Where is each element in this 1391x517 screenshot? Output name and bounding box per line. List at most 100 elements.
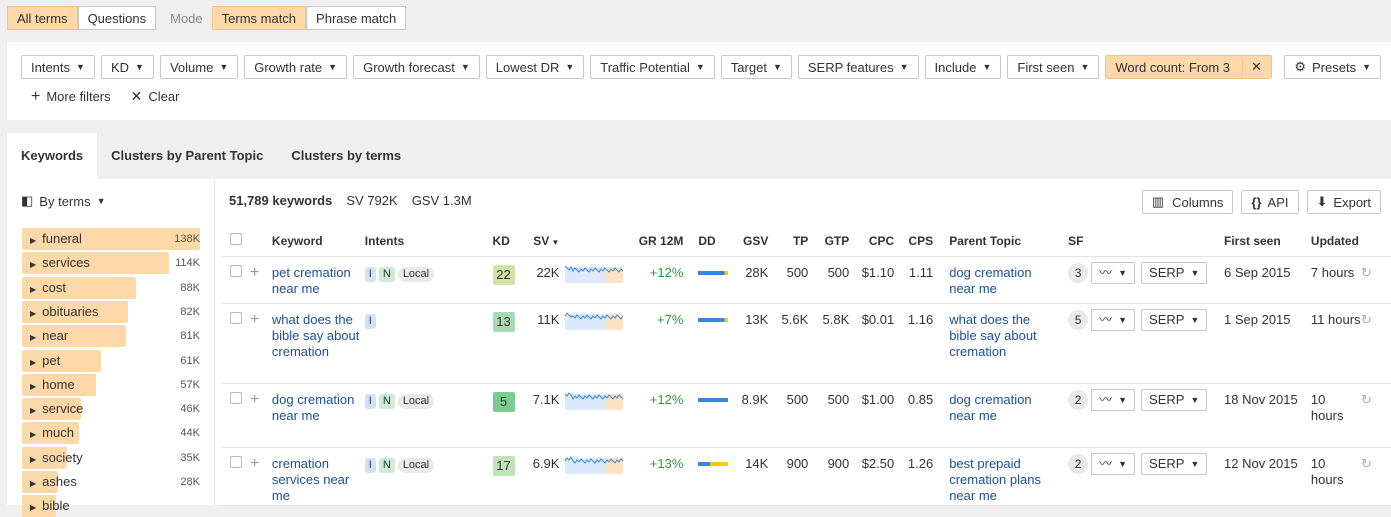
- add-to-list-icon[interactable]: +: [250, 264, 259, 281]
- serp-button[interactable]: SERP ▼: [1141, 261, 1208, 284]
- header-keyword[interactable]: Keyword: [271, 226, 365, 257]
- refresh-icon[interactable]: ↻: [1361, 312, 1372, 327]
- header-tp[interactable]: TP: [774, 226, 815, 257]
- tab-questions[interactable]: Questions: [77, 6, 157, 30]
- add-to-list-icon[interactable]: +: [250, 455, 259, 472]
- filter-lowest-dr[interactable]: Lowest DR ▼: [485, 55, 585, 79]
- growth-value: +13%: [649, 455, 684, 471]
- term-item[interactable]: ▶ ashes 28K: [22, 471, 200, 493]
- term-item[interactable]: ▶ obituaries 82K: [22, 300, 200, 323]
- tab-phrase-match[interactable]: Phrase match: [306, 6, 407, 30]
- add-to-list-icon[interactable]: +: [250, 391, 259, 408]
- chevron-down-icon: ▼: [1190, 314, 1200, 325]
- parent-topic-link[interactable]: best prepaid cremation plans near me: [949, 456, 1041, 503]
- tab-keywords[interactable]: Keywords: [7, 133, 98, 179]
- cpc-value: $1.00: [861, 391, 895, 407]
- trend-button[interactable]: 〰 ▼: [1091, 452, 1135, 475]
- term-item[interactable]: ▶ much 44K: [22, 422, 200, 445]
- api-button[interactable]: {} API: [1241, 190, 1299, 214]
- close-icon[interactable]: ✕: [1242, 59, 1262, 75]
- row-checkbox[interactable]: [230, 264, 242, 277]
- presets-button[interactable]: ⚙ Presets ▼: [1284, 55, 1381, 79]
- group-by-dropdown[interactable]: ◧ By terms ▼: [21, 193, 106, 209]
- filter-traffic-potential[interactable]: Traffic Potential ▼: [590, 55, 715, 79]
- tab-terms-match[interactable]: Terms match: [211, 6, 307, 30]
- term-item[interactable]: ▶ near 81K: [22, 325, 200, 348]
- clear-button[interactable]: ✕ Clear: [131, 88, 180, 106]
- refresh-icon[interactable]: ↻: [1361, 392, 1372, 407]
- term-item[interactable]: ▶ bible: [22, 495, 200, 517]
- chevron-down-icon: ▼: [328, 62, 338, 72]
- serp-button[interactable]: SERP ▼: [1141, 308, 1208, 331]
- row-checkbox[interactable]: [230, 391, 242, 404]
- trend-button[interactable]: 〰 ▼: [1091, 388, 1135, 411]
- header-updated[interactable]: Updated: [1302, 226, 1361, 257]
- term-item[interactable]: ▶ service 46K: [22, 398, 200, 421]
- header-first-seen[interactable]: First seen: [1216, 226, 1303, 257]
- trend-button[interactable]: 〰 ▼: [1091, 308, 1135, 331]
- term-label: ▶ obituaries: [30, 304, 99, 319]
- filter-intents[interactable]: Intents ▼: [21, 55, 95, 79]
- filter-label: Include: [934, 59, 977, 75]
- header-sf[interactable]: SF: [1059, 226, 1092, 257]
- term-item[interactable]: ▶ cost 88K: [22, 276, 200, 299]
- header-gsv[interactable]: GSV: [729, 226, 775, 257]
- keyword-link[interactable]: cremation services near me: [272, 456, 349, 503]
- refresh-icon[interactable]: ↻: [1361, 265, 1372, 280]
- header-dd[interactable]: DD: [689, 226, 730, 257]
- main-panel: ◧ By terms ▼ ▶ funeral 138K ▶ services 114K ▶ cos…: [7, 179, 1391, 517]
- header-kd[interactable]: KD: [484, 226, 525, 257]
- header-cps[interactable]: CPS: [900, 226, 940, 257]
- serp-button[interactable]: SERP ▼: [1141, 388, 1208, 411]
- filter-label: Volume: [169, 59, 214, 75]
- term-item[interactable]: ▶ home 57K: [22, 373, 200, 396]
- filter-growth-rate[interactable]: Growth rate ▼: [244, 55, 348, 79]
- term-item[interactable]: ▶ services 114K: [22, 252, 200, 275]
- filter-serp-features[interactable]: SERP features ▼: [797, 55, 919, 79]
- tab-clusters-by-terms[interactable]: Clusters by terms: [277, 133, 415, 179]
- serp-button[interactable]: SERP ▼: [1141, 452, 1208, 475]
- row-checkbox[interactable]: [230, 311, 242, 324]
- trend-button[interactable]: 〰 ▼: [1091, 261, 1135, 284]
- term-item[interactable]: ▶ funeral 138K: [22, 228, 200, 250]
- filter-growth-forecast[interactable]: Growth forecast ▼: [353, 55, 480, 79]
- header-intents[interactable]: Intents: [364, 226, 485, 257]
- term-item[interactable]: ▶ pet 61K: [22, 349, 200, 372]
- filter-word-count[interactable]: Word count: From 3 ✕: [1105, 55, 1272, 79]
- intent-badge: I: [364, 313, 376, 329]
- export-button[interactable]: ⬇ Export: [1306, 190, 1381, 214]
- filter-label: Lowest DR: [495, 59, 560, 75]
- keyword-link[interactable]: pet cremation near me: [272, 265, 351, 296]
- filter-volume[interactable]: Volume ▼: [159, 55, 239, 79]
- tab-clusters-by-parent-topic[interactable]: Clusters by Parent Topic: [97, 133, 277, 179]
- filter-target[interactable]: Target ▼: [720, 55, 792, 79]
- keyword-link[interactable]: dog cremation near me: [272, 392, 354, 423]
- parent-topic-link[interactable]: what does the bible say about cremation: [949, 312, 1036, 359]
- filter-kd[interactable]: KD ▼: [100, 55, 154, 79]
- term-label: ▶ much: [30, 425, 74, 440]
- columns-button[interactable]: ▥ Columns: [1141, 190, 1234, 214]
- header-sv[interactable]: SV ▼: [524, 226, 566, 257]
- chevron-down-icon: ▼: [1118, 458, 1127, 469]
- parent-topic-link[interactable]: dog cremation near me: [949, 392, 1031, 423]
- parent-topic-link[interactable]: dog cremation near me: [949, 265, 1031, 296]
- more-filters-button[interactable]: + More filters: [31, 88, 111, 106]
- add-to-list-icon[interactable]: +: [250, 311, 259, 328]
- tab-all-terms[interactable]: All terms: [7, 6, 78, 30]
- header-gtp[interactable]: GTP: [814, 226, 856, 257]
- header-cpc[interactable]: CPC: [855, 226, 901, 257]
- term-item[interactable]: ▶ society 35K: [22, 446, 200, 469]
- filter-include[interactable]: Include ▼: [924, 55, 1002, 79]
- caret-right-icon: ▶: [30, 357, 37, 367]
- row-checkbox[interactable]: [230, 455, 242, 468]
- header-parent-topic[interactable]: Parent Topic: [939, 226, 1060, 257]
- chevron-down-icon: ▼: [1362, 62, 1371, 72]
- select-all-checkbox[interactable]: [230, 233, 242, 246]
- filter-first-seen[interactable]: First seen ▼: [1007, 55, 1100, 79]
- caret-right-icon: ▶: [30, 479, 37, 488]
- header-gr[interactable]: GR 12M: [627, 226, 690, 257]
- refresh-icon[interactable]: ↻: [1361, 456, 1372, 471]
- gsv-value: 8.9K: [741, 391, 769, 407]
- difficulty-distribution-bar: [698, 270, 729, 275]
- keyword-link[interactable]: what does the bible say about cremation: [272, 312, 359, 359]
